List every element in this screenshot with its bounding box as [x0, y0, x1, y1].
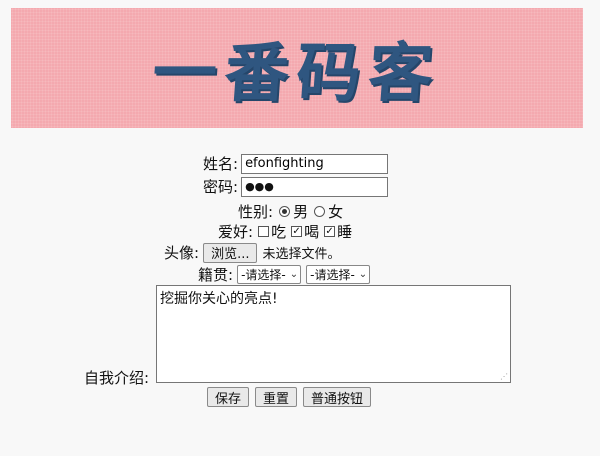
button-row: 保存 重置 普通按钮 [207, 387, 372, 407]
gender-male-label: 男 [293, 203, 309, 221]
origin-label: 籍贯: [198, 266, 234, 284]
province-select-value: -请选择- [241, 268, 286, 282]
city-select[interactable]: -请选择- ⌄ [306, 265, 371, 284]
gender-female-radio[interactable] [314, 206, 326, 217]
gender-female-label: 女 [328, 203, 344, 221]
name-input[interactable] [241, 153, 389, 174]
normal-button[interactable]: 普通按钮 [303, 387, 372, 407]
header-banner: 一番码客 [11, 8, 583, 128]
password-label: 密码: [203, 178, 239, 196]
chevron-down-icon: ⌄ [358, 269, 368, 280]
avatar-row: 头像: 浏览... 未选择文件。 [164, 242, 340, 263]
reset-button[interactable]: 重置 [255, 387, 298, 407]
origin-row: 籍贯: -请选择- ⌄ -请选择- ⌄ [198, 264, 371, 285]
hobby-sleep-checkbox[interactable]: ✓ [324, 226, 336, 237]
resize-grip-icon[interactable]: ⋰ [500, 372, 508, 381]
hobby-drink-label: 喝 [304, 223, 320, 241]
intro-label: 自我介绍: [84, 369, 150, 387]
intro-label-row: 自我介绍: [84, 367, 149, 388]
hobby-sleep-label: 睡 [337, 223, 353, 241]
hobby-row: 爱好: 吃 ✓ 喝 ✓ 睡 [218, 221, 352, 242]
banner-title: 一番码客 [149, 37, 444, 111]
password-input[interactable]: ●●● [241, 176, 389, 197]
save-button[interactable]: 保存 [207, 387, 250, 407]
gender-male-radio[interactable] [279, 206, 291, 217]
password-row: 密码: ●●● [203, 176, 389, 197]
province-select[interactable]: -请选择- ⌄ [237, 265, 302, 284]
hobby-eat-label: 吃 [271, 223, 287, 241]
no-file-text: 未选择文件。 [262, 247, 341, 262]
hobby-label: 爱好: [218, 223, 254, 241]
gender-row: 性别: 男 女 [238, 201, 343, 222]
name-label: 姓名: [203, 155, 239, 173]
intro-text: 挖掘你关心的亮点! [160, 291, 278, 307]
intro-textarea[interactable]: 挖掘你关心的亮点! ⋰ [156, 285, 511, 383]
city-select-value: -请选择- [310, 268, 355, 282]
name-row: 姓名: [203, 153, 389, 174]
gender-label: 性别: [238, 203, 274, 221]
hobby-drink-checkbox[interactable]: ✓ [291, 226, 303, 237]
hobby-eat-checkbox[interactable] [258, 226, 270, 237]
chevron-down-icon: ⌄ [289, 269, 299, 280]
browse-button[interactable]: 浏览... [203, 242, 258, 263]
avatar-label: 头像: [164, 244, 200, 262]
